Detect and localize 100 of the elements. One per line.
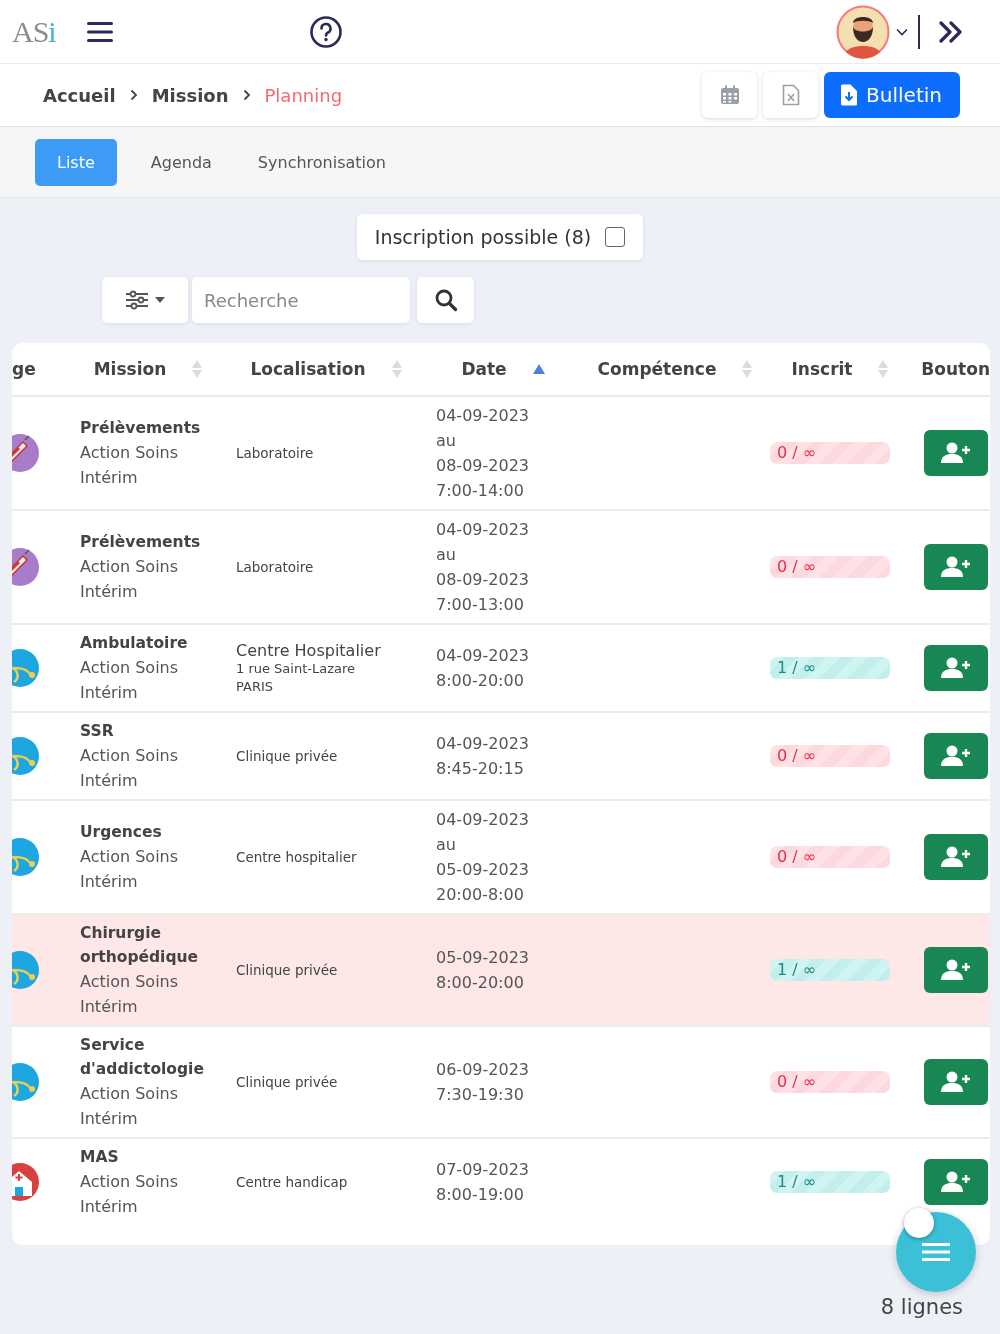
menu-icon bbox=[922, 1243, 950, 1261]
add-person-button[interactable] bbox=[924, 544, 988, 590]
column-header[interactable]: Mission bbox=[93, 359, 167, 379]
date-text: 04-09-2023 bbox=[436, 809, 530, 831]
date-text: 8:00-19:00 bbox=[436, 1184, 525, 1206]
mission-detail: Intérim bbox=[80, 996, 139, 1018]
date-text: 05-09-2023 bbox=[436, 947, 530, 969]
column-header[interactable]: ge bbox=[12, 359, 36, 379]
menu-icon[interactable] bbox=[85, 19, 114, 44]
chevron-right-icon bbox=[242, 89, 251, 101]
location-name: Laboratoire bbox=[236, 559, 315, 575]
mission-detail: Action Soins bbox=[80, 556, 180, 578]
mission-detail: Action Soins bbox=[80, 657, 180, 679]
mission-detail: Intérim bbox=[80, 682, 139, 704]
mission-detail: Intérim bbox=[80, 581, 139, 603]
user-plus-icon bbox=[941, 745, 971, 767]
user-plus-icon bbox=[941, 1171, 971, 1193]
date-text: au bbox=[436, 834, 457, 856]
add-person-button[interactable] bbox=[924, 645, 988, 691]
date-text: 20:00-8:00 bbox=[436, 884, 525, 906]
registration-count: 1 / ∞ bbox=[770, 959, 890, 981]
spreadsheet-file-icon bbox=[781, 84, 800, 106]
mission-title: Prélèvements bbox=[80, 532, 202, 553]
date-text: 07-09-2023 bbox=[436, 1159, 530, 1181]
mission-detail: Intérim bbox=[80, 467, 139, 489]
add-person-button[interactable] bbox=[924, 1159, 988, 1205]
column-header[interactable]: Bouton bbox=[921, 359, 990, 379]
add-person-button[interactable] bbox=[924, 733, 988, 779]
location-address: PARIS bbox=[236, 677, 275, 696]
registration-count: 0 / ∞ bbox=[770, 846, 890, 868]
filter-label: Inscription possible (8) bbox=[374, 226, 592, 248]
location-address: 1 rue Saint-Lazare bbox=[236, 659, 357, 678]
logo: ASi bbox=[12, 14, 56, 49]
sliders-icon bbox=[125, 290, 149, 310]
search-button[interactable] bbox=[417, 277, 474, 323]
column-header[interactable]: Date bbox=[461, 359, 507, 379]
date-text: au bbox=[436, 430, 457, 452]
registration-count: 0 / ∞ bbox=[770, 745, 890, 767]
user-plus-icon bbox=[941, 959, 971, 981]
mission-title: MAS bbox=[80, 1147, 120, 1168]
location-name: Centre hospitalier bbox=[236, 849, 358, 865]
location-name: Centre handicap bbox=[236, 1174, 349, 1190]
date-text: 7:00-14:00 bbox=[436, 480, 525, 502]
date-text: 8:00-20:00 bbox=[436, 972, 525, 994]
file-download-icon bbox=[840, 84, 859, 106]
excel-export-button[interactable] bbox=[763, 72, 819, 118]
mission-title: Urgences bbox=[80, 822, 163, 843]
mission-detail: Action Soins bbox=[80, 971, 180, 993]
checkbox[interactable] bbox=[605, 227, 626, 247]
date-text: 05-09-2023 bbox=[436, 859, 530, 881]
add-person-button[interactable] bbox=[924, 834, 988, 880]
help-icon[interactable] bbox=[308, 14, 343, 49]
double-chevron-icon[interactable] bbox=[938, 20, 964, 43]
add-person-button[interactable] bbox=[924, 1059, 988, 1105]
mission-detail: Intérim bbox=[80, 1196, 139, 1218]
column-header[interactable]: Compétence bbox=[597, 359, 717, 379]
date-text: 08-09-2023 bbox=[436, 569, 530, 591]
add-person-button[interactable] bbox=[924, 947, 988, 993]
search-field[interactable]: Recherche bbox=[192, 277, 410, 323]
mission-detail: Action Soins bbox=[80, 1083, 180, 1105]
date-text: 04-09-2023 bbox=[436, 645, 530, 667]
chevron-right-icon bbox=[129, 89, 138, 101]
date-text: 06-09-2023 bbox=[436, 1059, 530, 1081]
mission-detail: Action Soins bbox=[80, 745, 180, 767]
user-plus-icon bbox=[941, 556, 971, 578]
registration-count: 0 / ∞ bbox=[770, 556, 890, 578]
mission-detail: Action Soins bbox=[80, 1171, 180, 1193]
location-name: Clinique privée bbox=[236, 962, 339, 978]
mission-detail: Action Soins bbox=[80, 846, 180, 868]
tab[interactable]: Agenda bbox=[138, 138, 224, 186]
registration-count: 0 / ∞ bbox=[770, 442, 890, 464]
date-text: 04-09-2023 bbox=[436, 519, 530, 541]
registration-count: 1 / ∞ bbox=[770, 1171, 890, 1193]
date-text: 8:00-20:00 bbox=[436, 670, 525, 692]
user-plus-icon bbox=[941, 1071, 971, 1093]
bulletin-button[interactable]: Bulletin bbox=[824, 72, 960, 118]
row-count: 8 lignes bbox=[880, 1295, 963, 1319]
date-text: 08-09-2023 bbox=[436, 455, 530, 477]
location-name: Clinique privée bbox=[236, 748, 339, 764]
sort-ascending-icon[interactable] bbox=[532, 364, 545, 374]
column-header[interactable]: Localisation bbox=[250, 359, 366, 379]
mission-detail: Intérim bbox=[80, 1108, 139, 1130]
mission-title: Chirurgie orthopédique bbox=[80, 923, 200, 968]
user-plus-icon bbox=[941, 442, 971, 464]
filter-options-button[interactable] bbox=[102, 277, 188, 323]
add-person-button[interactable] bbox=[924, 430, 988, 476]
mission-detail: Intérim bbox=[80, 871, 139, 893]
search-icon bbox=[433, 288, 458, 312]
chevron-down-icon[interactable] bbox=[896, 27, 908, 36]
breadcrumb-link[interactable]: Mission bbox=[151, 84, 229, 106]
caret-down-icon bbox=[155, 297, 165, 303]
registration-count: 1 / ∞ bbox=[770, 657, 890, 679]
calendar-button[interactable] bbox=[702, 72, 758, 118]
column-header[interactable]: Inscrit bbox=[791, 359, 853, 379]
date-text: 04-09-2023 bbox=[436, 733, 530, 755]
date-text: 8:45-20:15 bbox=[436, 758, 525, 780]
tab[interactable]: Synchronisation bbox=[245, 138, 398, 186]
avatar-icon[interactable] bbox=[836, 4, 890, 59]
breadcrumb-link[interactable]: Accueil bbox=[43, 84, 116, 106]
mission-title: SSR bbox=[80, 721, 115, 742]
